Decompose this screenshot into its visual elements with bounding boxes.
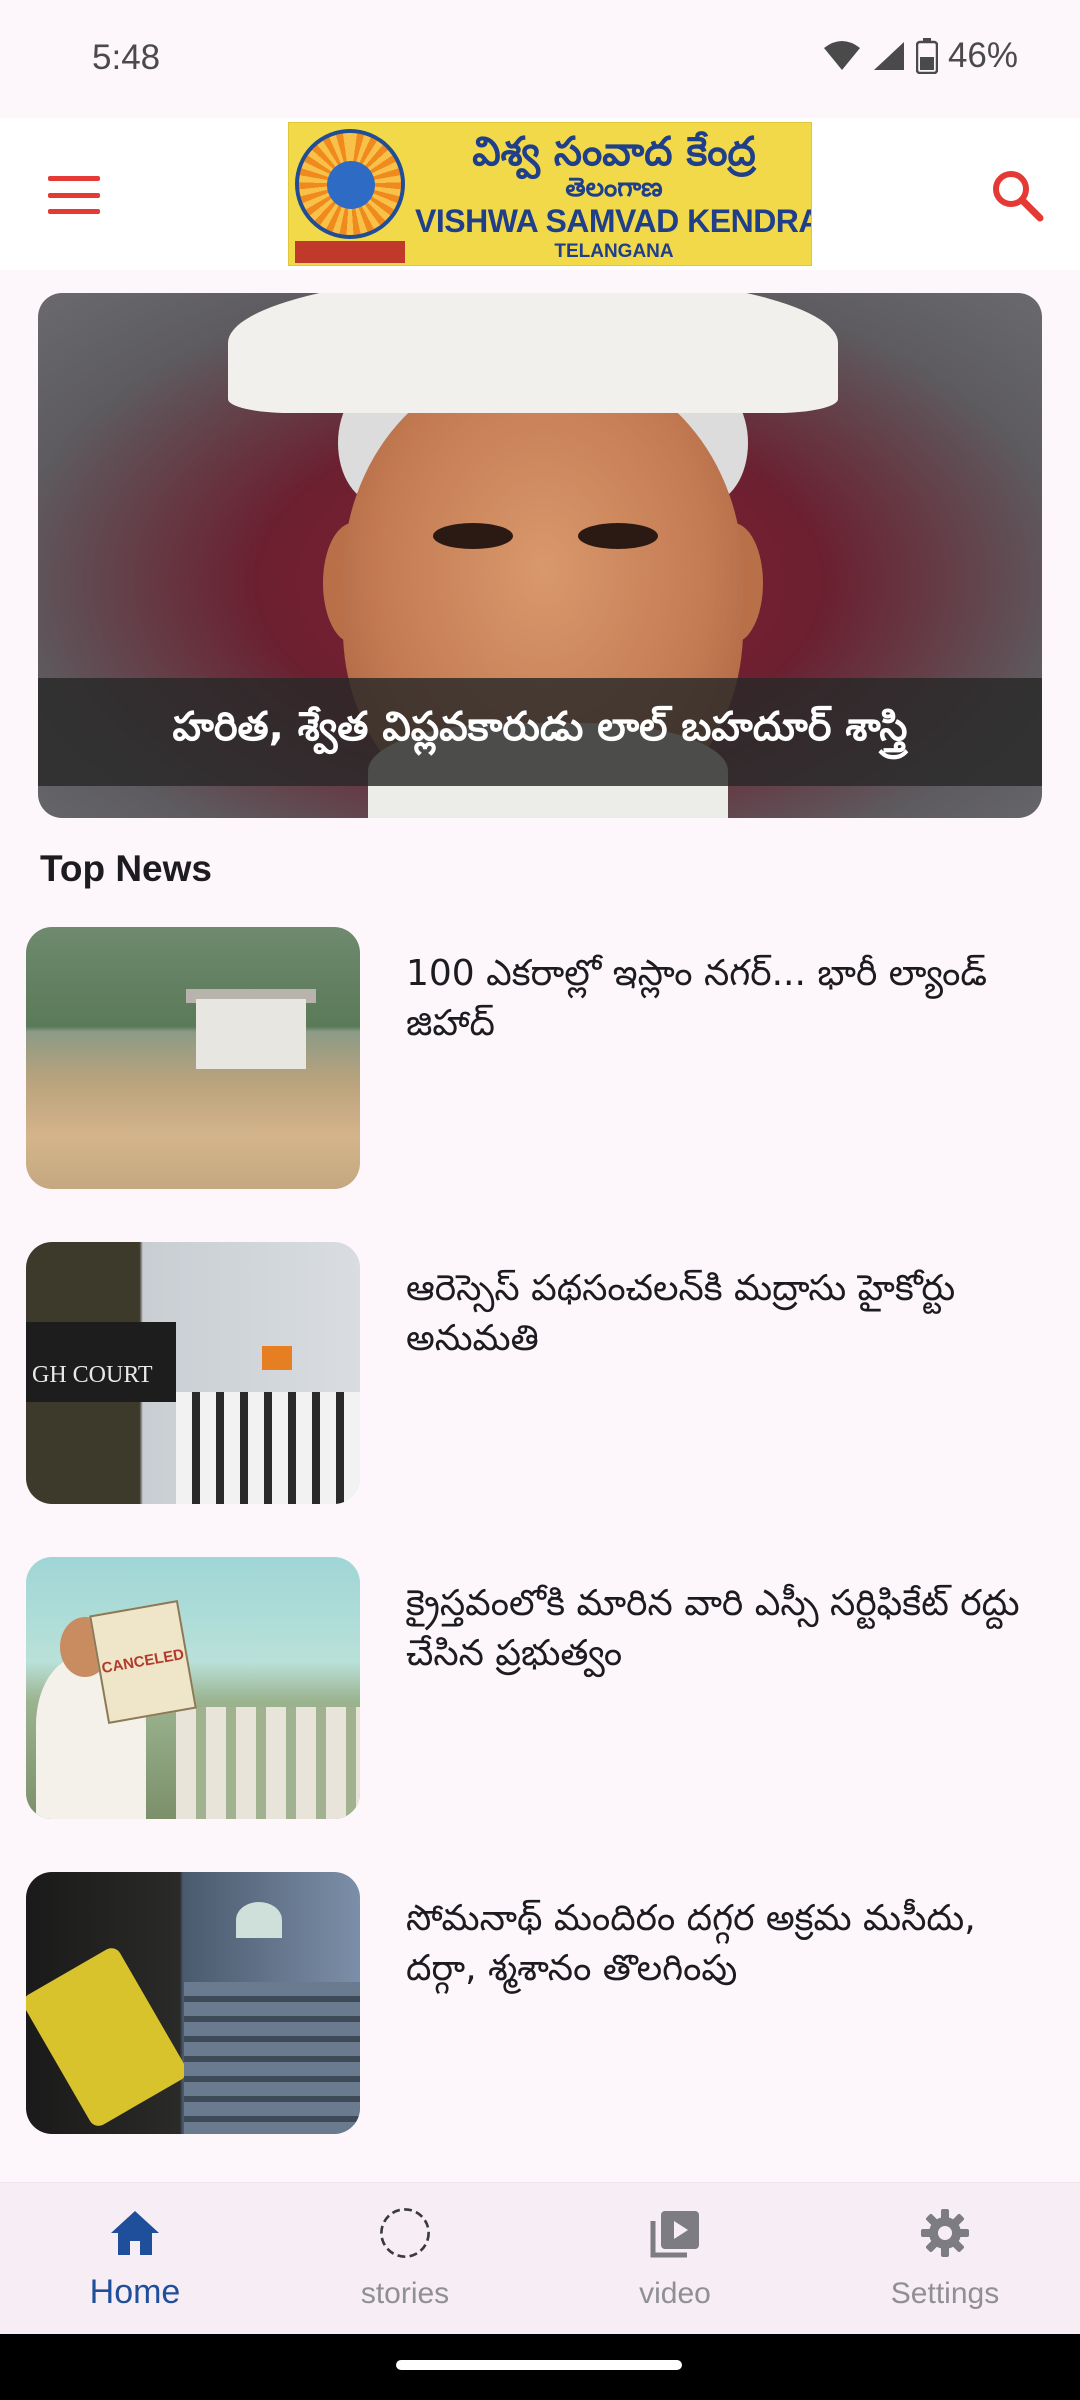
stories-icon (377, 2205, 433, 2261)
app-logo: విశ్వ సంవాద కేంద్ర తెలంగాణ VISHWA SAMVAD… (288, 122, 812, 266)
home-gesture-handle[interactable] (396, 2360, 682, 2370)
news-item[interactable]: GH COURT ఆరెస్సెస్ పథసంచలన్‌కి మద్రాసు హ… (26, 1242, 1056, 1504)
news-title: ఆరెస్సెస్ పథసంచలన్‌కి మద్రాసు హైకోర్టు అ… (406, 1268, 956, 1359)
logo-english-subtitle: TELANGANA (554, 241, 674, 262)
hero-caption-text: హరిత, శ్వేత విప్లవకారుడు లాల్ బహదూర్ శాస… (172, 704, 908, 750)
system-gesture-bar (0, 2334, 1080, 2400)
news-title: సోమనాథ్ మందిరం దగ్గర అక్రమ మసీదు, దర్గా,… (406, 1898, 976, 1989)
gear-icon (917, 2205, 973, 2261)
nav-settings[interactable]: Settings (810, 2183, 1080, 2335)
video-icon (647, 2205, 703, 2261)
section-title: Top News (40, 848, 212, 889)
nav-video[interactable]: video (540, 2183, 810, 2335)
logo-english-title: VISHWA SAMVAD KENDRA (415, 203, 812, 239)
nav-label: Settings (890, 2277, 1000, 2310)
signal-icon (873, 42, 904, 70)
nav-stories[interactable]: stories (270, 2183, 540, 2335)
battery-percent: 46% (947, 36, 1018, 75)
news-item[interactable]: CANCELED క్రైస్తవంలోకి మారిన వారి ఎస్సీ … (26, 1557, 1056, 1819)
battery-icon (915, 38, 938, 74)
news-item[interactable]: 100 ఎకరాల్లో ఇస్లాం నగర్... భారీ ల్యాండ్… (26, 927, 1056, 1189)
status-bar: 5:48 46% (0, 0, 1080, 118)
news-item[interactable]: సోమనాథ్ మందిరం దగ్గర అక్రమ మసీదు, దర్గా,… (26, 1872, 1056, 2134)
menu-button[interactable] (44, 170, 104, 220)
thumbnail-sign: GH COURT (26, 1322, 176, 1402)
nav-home[interactable]: Home (0, 2183, 270, 2335)
home-icon (107, 2205, 163, 2261)
hero-caption: హరిత, శ్వేత విప్లవకారుడు లాల్ బహదూర్ శాస… (38, 678, 1042, 786)
status-icons: 46% (822, 36, 1018, 76)
hero-banner[interactable]: హరిత, శ్వేత విప్లవకారుడు లాల్ బహదూర్ శాస… (38, 293, 1042, 818)
thumbnail-stamp: CANCELED (100, 1645, 186, 1678)
news-thumbnail (26, 927, 360, 1189)
status-time: 5:48 (92, 38, 161, 77)
news-thumbnail: GH COURT (26, 1242, 360, 1504)
menu-icon-line (48, 192, 100, 198)
nav-label: Home (89, 2273, 181, 2311)
menu-icon-line (48, 209, 100, 214)
news-title: క్రైస్తవంలోకి మారిన వారి ఎస్సీ సర్టిఫికే… (406, 1583, 1020, 1674)
search-button[interactable] (986, 164, 1050, 228)
news-thumbnail: CANCELED (26, 1557, 360, 1819)
logo-strip (295, 241, 405, 263)
search-icon (993, 171, 1044, 222)
menu-icon-line (48, 176, 100, 181)
nav-label: stories (360, 2277, 450, 2310)
news-title: 100 ఎకరాల్లో ఇస్లాం నగర్... భారీ ల్యాండ్… (406, 953, 988, 1044)
logo-seal-icon (295, 129, 405, 239)
wifi-icon (823, 41, 860, 70)
bottom-navigation: Home stories video Settings (0, 2182, 1080, 2334)
nav-label: video (639, 2277, 711, 2310)
news-thumbnail (26, 1872, 360, 2134)
